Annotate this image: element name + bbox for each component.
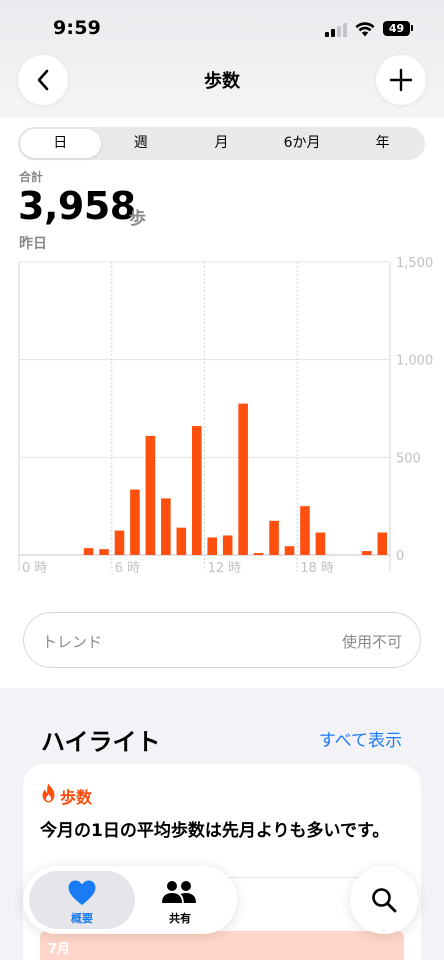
total-label: 合計 <box>19 170 44 184</box>
battery-tip <box>411 25 413 31</box>
search-icon <box>372 888 397 913</box>
period-segmented-control: 日 週 月 6か月 年 <box>18 127 425 160</box>
chart-bar <box>207 537 218 555</box>
chart-bar <box>161 498 171 555</box>
chart-bar <box>315 532 326 555</box>
status-bar: 9:59 49 <box>0 0 444 56</box>
segment-day[interactable]: 日 <box>20 129 101 158</box>
tab-bar: 概要 共有 <box>23 866 237 934</box>
show-all-link[interactable]: すべて表示 <box>319 726 402 751</box>
chart-bar <box>269 520 279 555</box>
y-tick-label: 1,000 <box>396 354 433 369</box>
x-tick-label: 18 時 <box>300 561 334 576</box>
heart-icon <box>68 880 96 905</box>
battery-level: 49 <box>388 22 405 35</box>
battery-icon: 49 <box>383 21 410 36</box>
total-steps-unit: 歩 <box>129 209 146 229</box>
chart-bar <box>300 506 310 555</box>
tab-summary[interactable]: 概要 <box>29 866 135 934</box>
tab-sharing[interactable]: 共有 <box>127 866 233 934</box>
steps-bar-chart[interactable]: 0 500 1,000 1,500 0 時 6 時 12 時 18 時 <box>0 250 444 585</box>
chart-bar <box>238 403 248 555</box>
trend-status: 使用不可 <box>341 633 402 651</box>
chart-bar <box>83 548 94 555</box>
chart-bar <box>377 532 388 555</box>
highlight-month-bar <box>40 931 404 960</box>
total-steps-value: 3,958 <box>18 184 136 228</box>
chart-bar <box>114 530 125 555</box>
chart-bar <box>145 435 156 555</box>
search-button[interactable] <box>350 866 418 934</box>
plus-icon <box>389 68 413 92</box>
chart-bar <box>284 546 295 555</box>
segment-week[interactable]: 週 <box>101 129 182 158</box>
chart-bar <box>222 535 233 555</box>
wifi-icon <box>355 22 375 37</box>
chart-bar <box>99 549 109 555</box>
x-tick-label: 12 時 <box>208 561 242 576</box>
chart-bar <box>130 489 140 555</box>
chart-bar <box>176 527 187 555</box>
y-tick-label: 500 <box>396 451 421 466</box>
chart-bar <box>362 551 372 555</box>
x-tick-label: 0 時 <box>22 561 47 576</box>
cellular-signal-icon <box>325 23 347 37</box>
trend-row[interactable]: トレンド 使用不可 <box>23 612 421 668</box>
y-tick-label: 0 <box>396 549 404 564</box>
highlight-category: 歩数 <box>60 788 93 807</box>
segment-6-months[interactable]: 6か月 <box>262 129 343 158</box>
status-time: 9:59 <box>53 17 102 39</box>
highlight-month: 7月 <box>48 942 71 957</box>
flame-icon <box>42 783 55 803</box>
segment-month[interactable]: 月 <box>181 129 262 158</box>
highlight-text: 今月の1日の平均歩数は先月よりも多いです。 <box>40 821 390 841</box>
tab-sharing-label: 共有 <box>169 912 191 925</box>
segment-year[interactable]: 年 <box>342 129 423 158</box>
highlights-title: ハイライト <box>41 728 161 756</box>
x-tick-label: 6 時 <box>115 561 140 576</box>
chart-bar <box>191 426 202 555</box>
add-data-button[interactable] <box>376 55 426 105</box>
tab-summary-label: 概要 <box>71 912 93 925</box>
y-tick-label: 1,500 <box>396 256 433 271</box>
chart-bar <box>253 553 264 555</box>
people-icon <box>162 881 196 903</box>
trend-label: トレンド <box>42 633 103 651</box>
